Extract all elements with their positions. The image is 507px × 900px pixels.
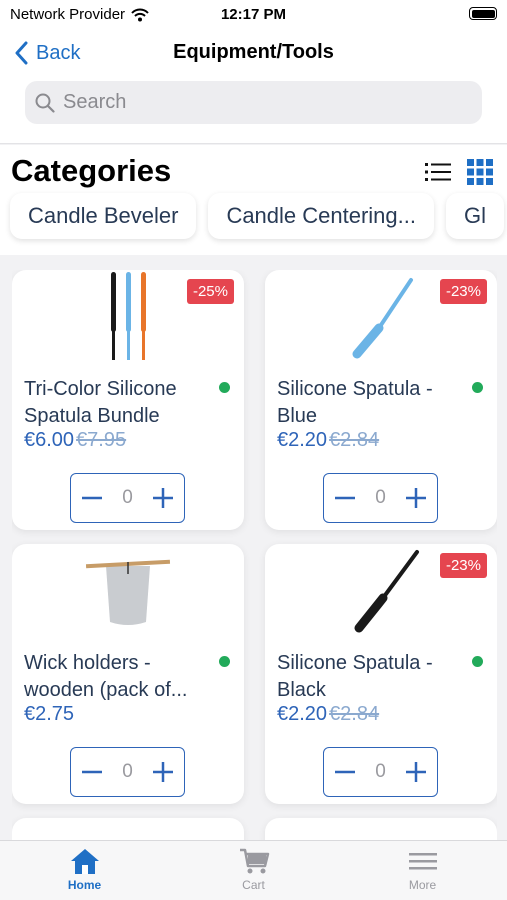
product-old-price: €2.84 xyxy=(329,703,380,725)
decrement-button[interactable] xyxy=(79,759,105,785)
product-card[interactable]: -25% Tri-Color Silicone Spatula Bundle €… xyxy=(12,270,244,530)
product-price: €2.20 xyxy=(277,429,328,451)
discount-badge: -23% xyxy=(439,279,487,304)
tab-bar: Home Cart More xyxy=(0,840,507,900)
quantity-value: 0 xyxy=(375,761,386,782)
tab-home[interactable]: Home xyxy=(0,841,169,900)
minus-icon xyxy=(335,496,355,500)
decrement-button[interactable] xyxy=(332,759,358,785)
quantity-value: 0 xyxy=(122,487,133,508)
minus-icon xyxy=(82,770,102,774)
plus-icon xyxy=(405,762,426,782)
tab-home-label: Home xyxy=(67,878,102,892)
product-name: Tri-Color Silicone Spatula Bundle xyxy=(24,378,177,427)
quantity-stepper: 0 xyxy=(323,747,438,797)
plus-icon xyxy=(152,488,173,508)
product-card-partial[interactable] xyxy=(265,818,497,840)
minus-icon xyxy=(335,770,355,774)
tri-color-spatulas-image xyxy=(111,272,146,360)
wick-holder-image xyxy=(85,559,171,625)
tab-cart-label: Cart xyxy=(242,878,265,892)
product-name: Silicone Spatula - Blue xyxy=(277,378,433,427)
product-name: Wick holders - wooden (pack of... xyxy=(24,652,188,701)
increment-button[interactable] xyxy=(403,485,429,511)
product-price: €2.20 xyxy=(277,703,328,725)
quantity-value: 0 xyxy=(375,487,386,508)
in-stock-indicator xyxy=(472,656,483,667)
status-time: 12:17 PM xyxy=(220,6,287,23)
increment-button[interactable] xyxy=(403,759,429,785)
decrement-button[interactable] xyxy=(332,485,358,511)
cart-icon xyxy=(239,848,269,874)
product-old-price: €2.84 xyxy=(329,429,380,451)
product-name: Silicone Spatula - Black xyxy=(277,652,433,701)
blue-spatula-image xyxy=(352,278,413,359)
category-chip-partial[interactable]: Gl xyxy=(446,193,504,239)
increment-button[interactable] xyxy=(150,485,176,511)
tab-cart[interactable]: Cart xyxy=(169,841,338,900)
discount-badge: -25% xyxy=(186,279,234,304)
search-input[interactable] xyxy=(63,91,463,114)
home-icon xyxy=(70,849,99,874)
navigation-bar: Back Equipment/Tools xyxy=(0,28,507,144)
quantity-stepper: 0 xyxy=(323,473,438,523)
category-chip-candle-beveler[interactable]: Candle Beveler xyxy=(10,193,197,239)
in-stock-indicator xyxy=(219,656,230,667)
tab-more[interactable]: More xyxy=(338,841,507,900)
battery-icon xyxy=(469,7,497,20)
menu-icon xyxy=(408,853,437,870)
grid-view-icon[interactable] xyxy=(467,159,493,185)
search-icon xyxy=(35,93,55,113)
categories-title: Categories xyxy=(11,153,172,188)
status-bar: Network Provider 12:17 PM xyxy=(0,0,507,28)
product-card[interactable]: -23% Silicone Spatula - Black €2.20 €2.8… xyxy=(265,544,497,804)
in-stock-indicator xyxy=(472,382,483,393)
decrement-button[interactable] xyxy=(79,485,105,511)
tab-more-label: More xyxy=(408,878,437,892)
plus-icon xyxy=(405,488,426,508)
categories-section: Categories Candle Beveler Candle Centeri… xyxy=(0,145,507,255)
product-price: €6.00 xyxy=(24,429,75,451)
category-chip-candle-centering[interactable]: Candle Centering... xyxy=(208,193,434,239)
category-chips: Candle Beveler Candle Centering... Gl xyxy=(10,193,504,239)
quantity-value: 0 xyxy=(122,761,133,782)
search-bar[interactable] xyxy=(25,81,482,124)
list-view-icon[interactable] xyxy=(425,162,451,182)
in-stock-indicator xyxy=(219,382,230,393)
product-old-price: €7.95 xyxy=(76,429,127,451)
minus-icon xyxy=(82,496,102,500)
product-price: €2.75 xyxy=(24,703,75,725)
quantity-stepper: 0 xyxy=(70,473,185,523)
product-card-partial[interactable] xyxy=(12,818,244,840)
quantity-stepper: 0 xyxy=(70,747,185,797)
increment-button[interactable] xyxy=(150,759,176,785)
discount-badge: -23% xyxy=(439,553,487,578)
product-grid: -25% Tri-Color Silicone Spatula Bundle €… xyxy=(12,270,497,840)
page-title: Equipment/Tools xyxy=(173,41,334,63)
product-card[interactable]: Wick holders - wooden (pack of... €2.75 … xyxy=(12,544,244,804)
black-spatula-image xyxy=(354,550,419,633)
plus-icon xyxy=(152,762,173,782)
product-card[interactable]: -23% Silicone Spatula - Blue €2.20 €2.84… xyxy=(265,270,497,530)
